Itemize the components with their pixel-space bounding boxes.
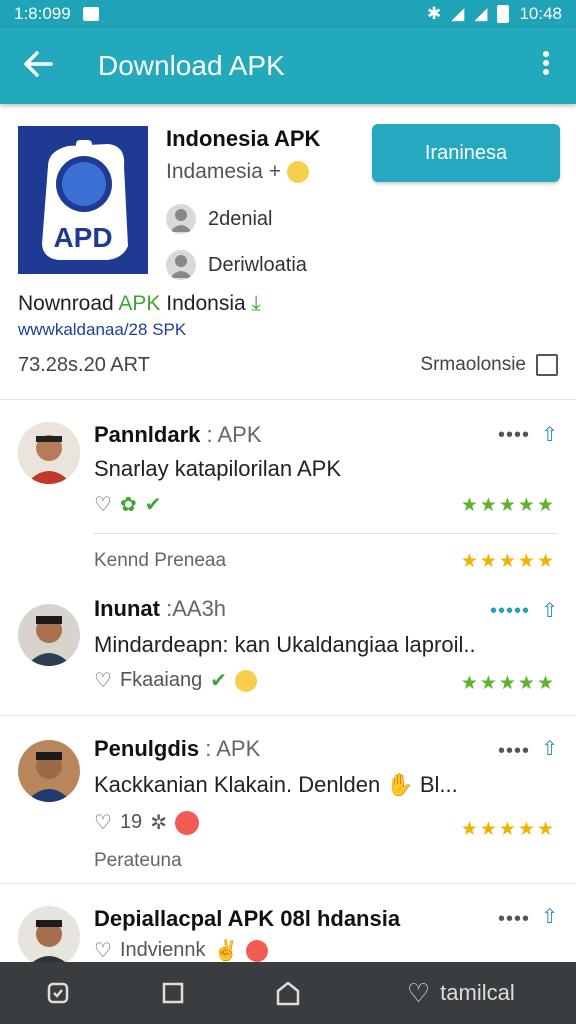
review-footer-row: Kennd Preneaa ★★★★★ [0, 534, 576, 582]
back-arrow-icon[interactable] [0, 47, 76, 86]
review-text: Snarlay katapilorilan APK [94, 456, 342, 481]
heart-icon: ♡ [406, 977, 431, 1008]
avatar [18, 604, 80, 666]
status-time-left: 1:8:099 [14, 4, 71, 23]
app-info: Indonesia APK Indamesia + 2denial Deriwl… [166, 126, 366, 288]
review-actions: ♡ Indviennk ✌ [94, 938, 269, 962]
review-item: Depiallacpal APK 08l hdansia •••• ⇧ ♡ In… [0, 884, 576, 962]
review-text: Kackkanian Klakain. Denlden ✋ Bl... [94, 772, 458, 797]
avatar [18, 906, 80, 962]
heart-icon[interactable]: ♡ [94, 492, 112, 517]
rating-stars: ★★★★★ [460, 673, 556, 694]
rating-stars: ★★★★★ [460, 495, 556, 516]
status-bar: 1:8:099 ✱ ◢ ◢ 10:48 [0, 0, 576, 28]
signal2-icon: ◢ [474, 4, 488, 23]
review-text: Mindardeapn: kan Ukaldangiaa laproil.. [94, 632, 476, 657]
share-icon[interactable]: ⇧ [541, 422, 558, 447]
checkbox-icon[interactable] [536, 354, 558, 376]
emoji-icon [246, 939, 269, 962]
rating-stars: ★★★★★ [460, 551, 556, 572]
review-actions: ♡ ✿ ✔ [94, 492, 161, 517]
more-horiz-icon[interactable]: ••••• [490, 600, 530, 623]
emoji-icon [234, 669, 257, 692]
review-action-label: Indviennk [119, 939, 206, 961]
status-time-right: 10:48 [519, 4, 562, 23]
share-icon[interactable]: ⇧ [541, 736, 558, 761]
check-icon: ✔ [210, 670, 227, 692]
meta-value-1: 2denial [208, 207, 273, 230]
review-author: Penulgdis : APK [94, 736, 261, 761]
battery-icon [497, 5, 510, 23]
review-item: Inunat :AA3h ••••• ⇧ Mindardeapn: kan Uk… [0, 582, 576, 716]
avatar [18, 422, 80, 484]
review-item: Pannldark : APK •••• ⇧ Snarlay katapilor… [0, 400, 576, 534]
home-icon[interactable] [230, 980, 345, 1006]
more-horiz-icon[interactable]: •••• [498, 740, 530, 763]
review-footer: Perateuna [94, 850, 182, 871]
app-name: Indonesia APK [166, 126, 321, 151]
review-item: Penulgdis : APK •••• ⇧ Kackkanian Klakai… [0, 716, 576, 884]
install-button[interactable]: Iraninesa [372, 124, 560, 182]
review-author: Pannldark : APK [94, 422, 262, 447]
app-subtitle: Indamesia + [166, 160, 366, 196]
download-title: Nownroad APK Indonsia ⤓ [18, 292, 261, 315]
favorites-button[interactable]: ♡ tamilcal [346, 978, 576, 1009]
bluetooth-icon: ✱ [427, 4, 442, 23]
notification-icon [82, 7, 99, 21]
user-icon [166, 250, 196, 280]
rating-stars: ★★★★★ [460, 819, 556, 840]
download-icon[interactable]: ⤓ [252, 292, 261, 315]
heart-icon[interactable]: ♡ [94, 810, 112, 835]
sparkle-icon: ✲ [150, 812, 167, 834]
meta-row-2: Deriwloatia [166, 242, 366, 288]
nav-app-icon[interactable] [0, 981, 115, 1005]
version-text: 73.28s.20 ART [18, 354, 150, 376]
review-author: Inunat :AA3h [94, 596, 227, 621]
app-header: APD Indonesia APK Indamesia + 2denial De… [0, 104, 576, 400]
emoji-icon [286, 161, 309, 184]
heart-icon[interactable]: ♡ [94, 938, 112, 962]
check-icon: ✔ [144, 494, 162, 516]
meta-value-2: Deriwloatia [208, 253, 307, 276]
leaf-icon: ✿ [119, 494, 137, 516]
page-title: Download APK [98, 50, 285, 81]
meta-row-1: 2denial [166, 196, 366, 242]
review-action-label: Fkaaiang [119, 669, 203, 691]
like-count: 19 [119, 811, 143, 833]
hand-icon: ✋ [380, 772, 414, 797]
emoji-icon [174, 810, 199, 835]
review-author: Depiallacpal APK 08l hdansia [94, 906, 401, 931]
signal-icon: ◢ [451, 4, 465, 23]
recents-icon[interactable] [115, 981, 230, 1005]
share-icon[interactable]: ⇧ [541, 904, 558, 929]
bottom-nav-bar: ♡ tamilcal [0, 962, 576, 1024]
review-actions: ♡ Fkaaiang ✔ [94, 668, 257, 693]
more-horiz-icon[interactable]: •••• [498, 908, 530, 931]
more-horiz-icon[interactable]: •••• [498, 424, 530, 447]
more-vert-icon[interactable] [516, 50, 576, 82]
app-icon-label: APD [53, 222, 113, 253]
avatar [18, 740, 80, 802]
review-actions: ♡ 19 ✲ [94, 810, 199, 835]
app-bar: Download APK [0, 28, 576, 104]
app-url-link[interactable]: wwwkaldanaa/28 SPK [18, 320, 186, 340]
thumbs-up-icon: ✌ [213, 940, 239, 962]
share-row[interactable]: Srmaolonsie [420, 354, 558, 376]
heart-icon[interactable]: ♡ [94, 668, 112, 693]
favorites-label: tamilcal [440, 980, 515, 1005]
share-label: Srmaolonsie [420, 354, 526, 375]
user-icon [166, 204, 196, 234]
review-footer: Kennd Preneaa [94, 550, 227, 571]
share-icon[interactable]: ⇧ [541, 598, 558, 623]
